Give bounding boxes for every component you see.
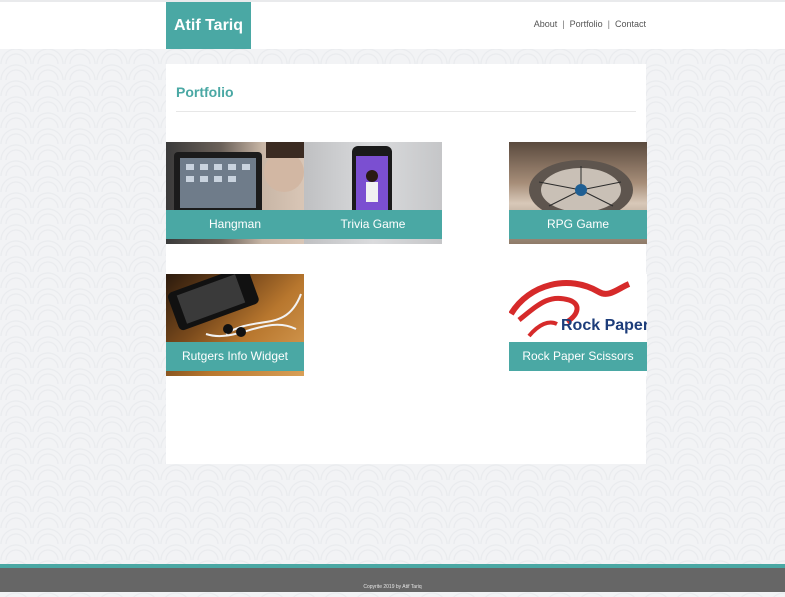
nav-link-contact[interactable]: Contact: [615, 19, 646, 29]
tile-caption: Hangman: [166, 210, 304, 239]
portfolio-tile-rutgers-info-widget[interactable]: Rutgers Info Widget: [166, 274, 304, 376]
tile-caption: RPG Game: [509, 210, 647, 239]
portfolio-tile-hangman[interactable]: Hangman: [166, 142, 304, 244]
portfolio-tile-rock-paper-scissors[interactable]: Rock Paper Rock Paper Scissors: [509, 274, 647, 376]
top-nav: About | Portfolio | Contact: [534, 19, 646, 29]
nav-separator: |: [607, 19, 610, 29]
nav-separator: |: [562, 19, 565, 29]
tile-caption: Rock Paper Scissors: [509, 342, 647, 371]
portfolio-panel: Portfolio Hangman Trivia Game RPG Game R…: [166, 64, 647, 464]
nav-link-about[interactable]: About: [534, 19, 558, 29]
portfolio-tile-trivia-game[interactable]: Trivia Game: [304, 142, 442, 244]
rps-logo-text: Rock Paper: [561, 317, 647, 334]
copyright-text: Copyrite 2019 by Atif Tariq: [363, 584, 422, 590]
title-divider: [176, 111, 636, 112]
nav-link-portfolio[interactable]: Portfolio: [570, 19, 603, 29]
site-header: Atif Tariq About | Portfolio | Contact: [0, 0, 785, 49]
site-brand[interactable]: Atif Tariq: [166, 2, 251, 49]
portfolio-tile-rpg-game[interactable]: RPG Game: [509, 142, 647, 244]
page-title: Portfolio: [176, 84, 234, 100]
tile-caption: Rutgers Info Widget: [166, 342, 304, 371]
tile-caption: Trivia Game: [304, 210, 442, 239]
